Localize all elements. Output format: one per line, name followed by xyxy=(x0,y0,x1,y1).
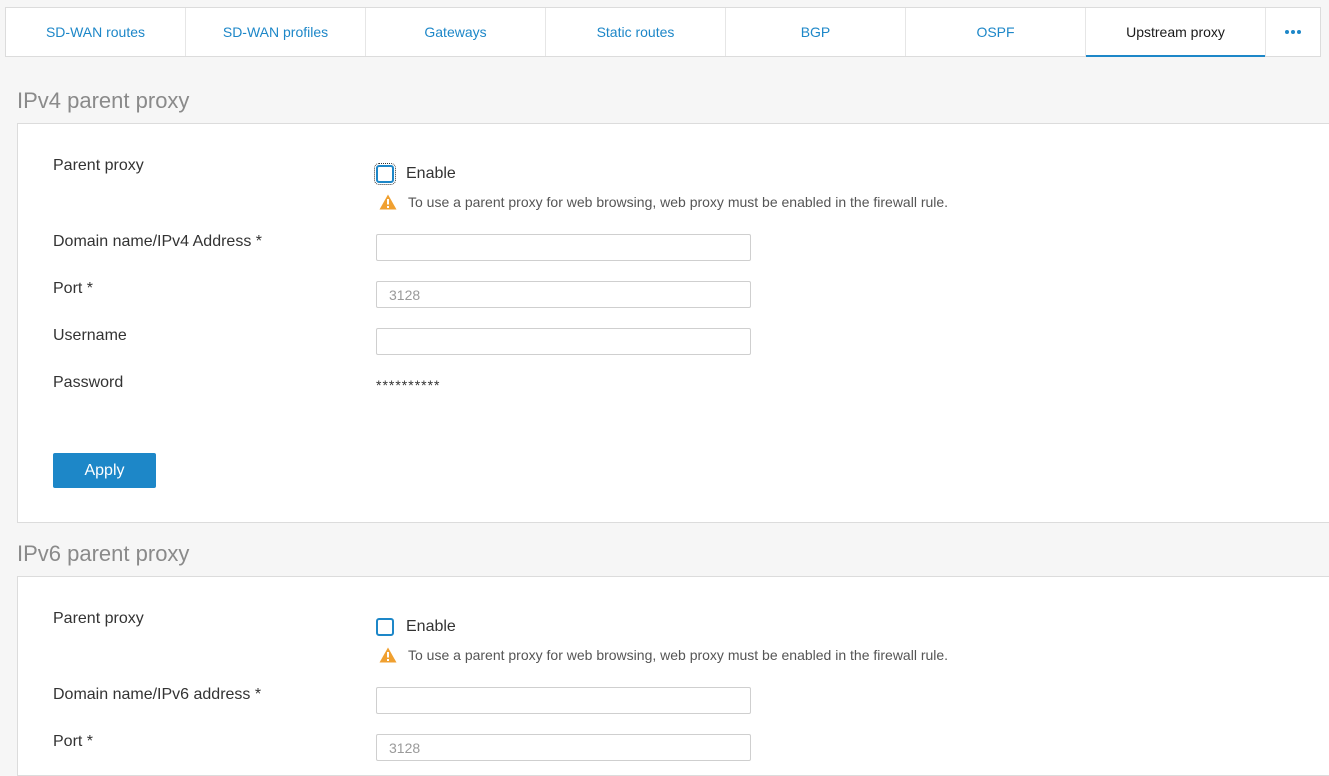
tab-bar: SD-WAN routes SD-WAN profiles Gateways S… xyxy=(5,7,1321,57)
ipv4-parent-proxy-label: Parent proxy xyxy=(53,157,144,174)
tab-upstream-proxy[interactable]: Upstream proxy xyxy=(1086,8,1266,57)
ipv4-warning-text: To use a parent proxy for web browsing, … xyxy=(408,194,949,210)
ipv4-port-label: Port * xyxy=(53,280,94,297)
ipv4-port-input[interactable] xyxy=(376,281,751,308)
tab-bgp[interactable]: BGP xyxy=(726,8,906,56)
ipv4-username-input[interactable] xyxy=(376,328,751,355)
tab-static-routes[interactable]: Static routes xyxy=(546,8,726,56)
warning-triangle-icon xyxy=(379,647,397,663)
more-tabs-button[interactable] xyxy=(1266,8,1320,56)
ipv6-port-label: Port * xyxy=(53,733,94,750)
ipv4-section-title: IPv4 parent proxy xyxy=(17,88,190,113)
ipv6-address-label: Domain name/IPv6 address * xyxy=(53,686,262,703)
ipv6-port-input[interactable] xyxy=(376,734,751,761)
ipv4-enable-label[interactable]: Enable xyxy=(406,165,456,183)
ipv4-address-label: Domain name/IPv4 Address * xyxy=(53,233,262,250)
ipv6-panel: Parent proxy Enable To use a parent prox… xyxy=(17,576,1329,776)
ipv6-address-input[interactable] xyxy=(376,687,751,714)
tab-sd-wan-routes[interactable]: SD-WAN routes xyxy=(6,8,186,56)
tab-ospf[interactable]: OSPF xyxy=(906,8,1086,56)
ipv4-password-label: Password xyxy=(53,374,124,391)
ipv6-parent-proxy-label: Parent proxy xyxy=(53,610,144,627)
tab-sd-wan-profiles[interactable]: SD-WAN profiles xyxy=(186,8,366,56)
warning-triangle-icon xyxy=(379,194,397,210)
ipv4-password-value[interactable]: ********** xyxy=(376,377,440,393)
ipv4-enable-checkbox[interactable] xyxy=(374,163,396,185)
ipv4-panel: Parent proxy Enable To use a parent prox… xyxy=(17,123,1329,523)
ipv4-username-label: Username xyxy=(53,327,127,344)
ipv6-enable-checkbox[interactable] xyxy=(376,618,394,636)
ipv4-address-input[interactable] xyxy=(376,234,751,261)
apply-button[interactable]: Apply xyxy=(53,453,156,488)
ipv6-enable-label[interactable]: Enable xyxy=(406,618,456,636)
tab-gateways[interactable]: Gateways xyxy=(366,8,546,56)
ipv6-section-title: IPv6 parent proxy xyxy=(17,541,190,566)
ipv6-warning-text: To use a parent proxy for web browsing, … xyxy=(408,647,949,663)
more-horizontal-icon xyxy=(1285,30,1301,34)
